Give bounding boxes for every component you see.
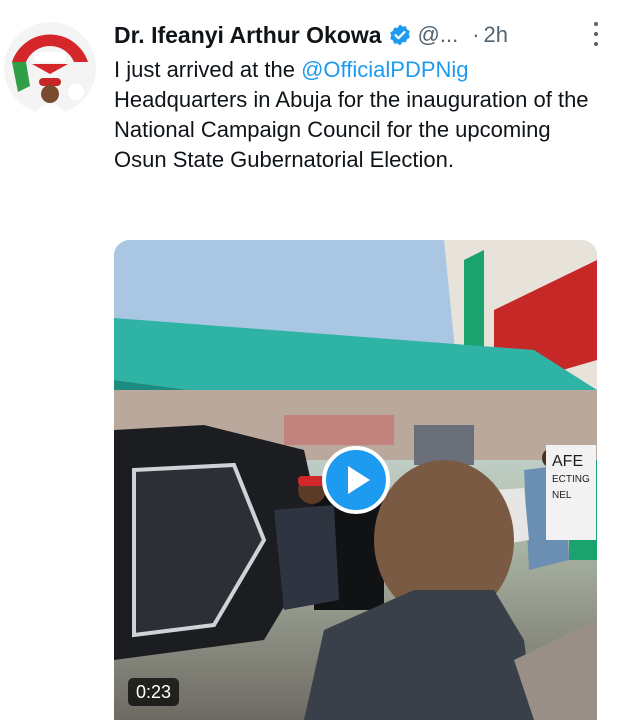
sign-text-line: AFE [552, 453, 583, 470]
verified-badge-icon [388, 23, 412, 47]
play-button[interactable] [322, 446, 390, 514]
video-player[interactable]: AFE ECTING NEL 0:23 [114, 240, 597, 720]
sign-text-line: NEL [552, 490, 572, 501]
author-display-name[interactable]: Dr. Ifeanyi Arthur Okowa [114, 22, 382, 49]
tweet-text-start: I just arrived at the [114, 57, 302, 82]
author-handle[interactable]: @... [418, 22, 459, 48]
avatar-image [4, 22, 96, 114]
more-options-icon[interactable] [592, 22, 600, 46]
separator: · [472, 22, 480, 47]
tweet-text: I just arrived at the @OfficialPDPNig He… [114, 55, 594, 175]
video-duration: 0:23 [128, 678, 180, 706]
mention-link[interactable]: @OfficialPDPNig [301, 57, 468, 82]
tweet[interactable]: Dr. Ifeanyi Arthur Okowa @... · 2h I jus… [0, 0, 618, 720]
play-icon [348, 466, 370, 494]
tweet-text-end: Headquarters in Abuja for the inaugurati… [114, 87, 589, 172]
sign-text-line: ECTING [552, 474, 590, 485]
avatar[interactable] [4, 22, 96, 114]
tweet-timestamp[interactable]: 2h [484, 22, 508, 48]
tweet-header: Dr. Ifeanyi Arthur Okowa @... · 2h [114, 18, 608, 52]
